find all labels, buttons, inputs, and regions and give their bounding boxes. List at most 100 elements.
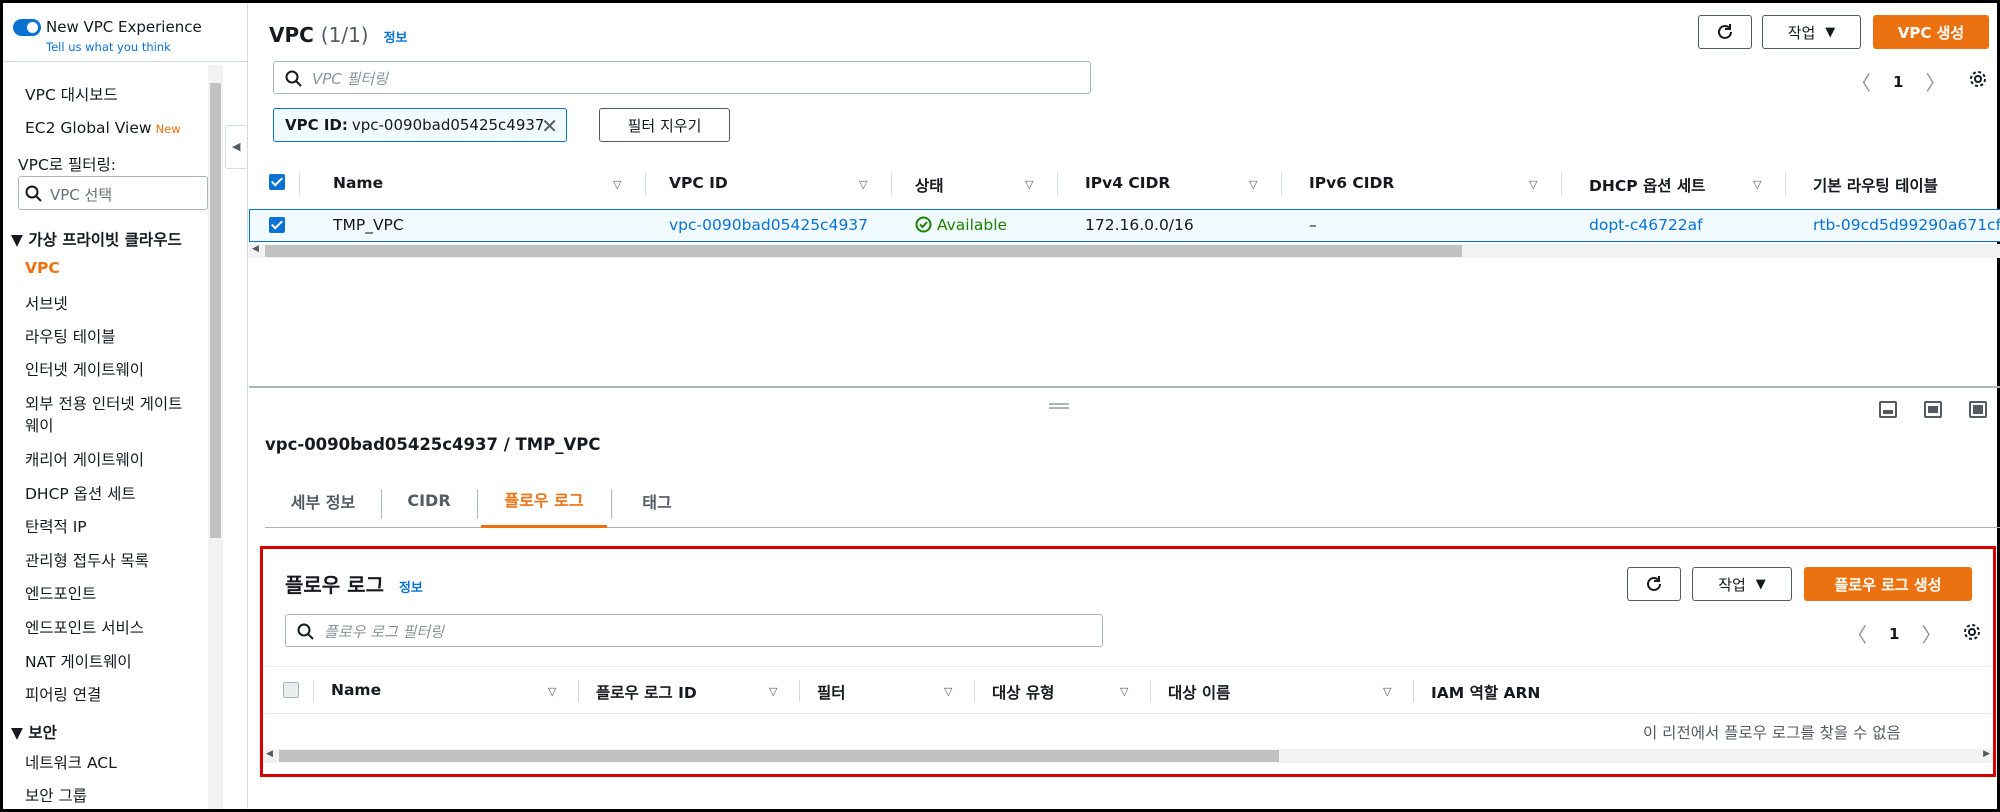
sort-icon[interactable]: ▽ <box>769 685 777 698</box>
select-all-checkbox[interactable] <box>269 174 285 190</box>
sidebar-item-internet-gateways[interactable]: 인터넷 게이트웨이 <box>25 358 144 380</box>
new-badge: New <box>155 122 181 136</box>
sort-icon[interactable]: ▽ <box>944 685 952 698</box>
column-header-flow-log-id[interactable]: 플로우 로그 ID <box>596 681 697 703</box>
vpc-table-hscrollbar-thumb[interactable] <box>265 245 1462 257</box>
sort-icon[interactable]: ▽ <box>1753 178 1761 191</box>
sort-icon[interactable]: ▽ <box>1249 178 1257 191</box>
tab-flow-logs[interactable]: 플로우 로그 <box>481 473 607 528</box>
flow-logs-hscrollbar-thumb[interactable] <box>279 750 1279 762</box>
column-header-name[interactable]: Name <box>331 681 381 699</box>
table-row[interactable]: TMP_VPC vpc-0090bad05425c4937 Available … <box>249 209 2000 242</box>
column-header-destination-type[interactable]: 대상 유형 <box>992 681 1054 703</box>
column-header-ipv6-cidr[interactable]: IPv6 CIDR <box>1309 174 1394 192</box>
sidebar-item-security-groups[interactable]: 보안 그룹 <box>25 784 87 806</box>
clear-filters-button[interactable]: 필터 지우기 <box>599 108 730 142</box>
flow-logs-refresh-button[interactable] <box>1627 567 1681 601</box>
search-icon <box>297 623 314 640</box>
vpc-search-input[interactable]: VPC 필터링 <box>273 61 1091 94</box>
scroll-left-icon[interactable]: ◀ <box>252 244 259 254</box>
refresh-button[interactable] <box>1698 15 1752 49</box>
column-header-main-route-table[interactable]: 기본 라우팅 테이블 <box>1813 174 1938 196</box>
sidebar-section-vpc[interactable]: ▼ 가상 프라이빗 클라우드 <box>11 228 182 250</box>
tab-cidr[interactable]: CIDR <box>389 473 469 528</box>
drag-handle-icon[interactable] <box>1049 403 1069 409</box>
tab-tags[interactable]: 태그 <box>619 473 695 528</box>
scroll-right-icon[interactable]: ▶ <box>1983 749 1990 759</box>
prev-page-icon[interactable]: 〈 <box>1847 619 1867 648</box>
column-header-destination-name[interactable]: 대상 이름 <box>1168 681 1230 703</box>
vpc-filter-label: VPC로 필터링: <box>18 156 116 174</box>
close-icon[interactable]: ✕ <box>541 114 558 138</box>
column-separator <box>1057 173 1058 195</box>
flow-logs-search-input[interactable]: 플로우 로그 필터링 <box>285 614 1103 647</box>
sidebar-item-nat-gateways[interactable]: NAT 게이트웨이 <box>25 650 132 672</box>
sidebar-item-vpc[interactable]: VPC <box>25 259 60 277</box>
sidebar-item-egress-only-igw[interactable]: 외부 전용 인터넷 게이트 <box>25 392 182 414</box>
create-vpc-button[interactable]: VPC 생성 <box>1873 15 1989 49</box>
sidebar-item-carrier-gateways[interactable]: 캐리어 게이트웨이 <box>25 448 144 470</box>
sidebar-item-dhcp-options[interactable]: DHCP 옵션 세트 <box>25 482 136 504</box>
settings-gear-icon[interactable] <box>1962 622 1982 642</box>
info-link[interactable]: 정보 <box>384 31 408 46</box>
collapse-sidebar-button[interactable]: ◀ <box>225 125 247 169</box>
vpc-select-input[interactable]: VPC 선택 <box>18 176 208 210</box>
vpc-table-header: Name ▽ VPC ID ▽ 상태 ▽ IPv4 CIDR ▽ IPv6 CI… <box>249 162 2000 206</box>
actions-dropdown[interactable]: 작업 ▼ <box>1762 15 1861 49</box>
feedback-link[interactable]: Tell us what you think <box>46 40 171 54</box>
column-header-ipv4-cidr[interactable]: IPv4 CIDR <box>1085 174 1170 192</box>
panel-bottom-icon[interactable] <box>1879 401 1897 418</box>
sidebar-item-vpc-dashboard[interactable]: VPC 대시보드 <box>25 83 118 105</box>
next-page-icon[interactable]: 〉 <box>1925 67 1945 96</box>
new-experience-title: New VPC Experience <box>46 18 202 36</box>
column-header-name[interactable]: Name <box>333 174 383 192</box>
prev-page-icon[interactable]: 〈 <box>1851 67 1871 96</box>
flow-logs-info-link[interactable]: 정보 <box>399 581 423 596</box>
sort-icon[interactable]: ▽ <box>1529 178 1537 191</box>
current-page[interactable]: 1 <box>1893 73 1903 91</box>
sort-icon[interactable]: ▽ <box>859 178 867 191</box>
row-route-table-link[interactable]: rtb-09cd5d99290a671cf . <box>1813 216 2000 234</box>
sidebar-scrollbar-thumb[interactable] <box>210 83 221 538</box>
panel-side-icon[interactable] <box>1924 401 1942 418</box>
column-header-dhcp[interactable]: DHCP 옵션 세트 <box>1589 174 1705 196</box>
row-checkbox[interactable] <box>269 217 285 233</box>
panel-full-icon[interactable] <box>1969 401 1987 418</box>
sidebar-item-subnets[interactable]: 서브넷 <box>25 292 68 314</box>
current-page[interactable]: 1 <box>1889 625 1899 643</box>
sidebar-item-elastic-ip[interactable]: 탄력적 IP <box>25 515 87 537</box>
sidebar-item-endpoints[interactable]: 엔드포인트 <box>25 582 96 604</box>
sidebar-section-security[interactable]: ▼ 보안 <box>11 721 57 743</box>
row-vpc-id-link[interactable]: vpc-0090bad05425c4937 <box>669 216 868 234</box>
row-ipv6-cidr: – <box>1309 216 1317 234</box>
sidebar-item-peering[interactable]: 피어링 연결 <box>25 683 101 705</box>
settings-gear-icon[interactable] <box>1968 69 1988 89</box>
sidebar-item-prefix-lists[interactable]: 관리형 접두사 목록 <box>25 549 149 571</box>
column-separator <box>578 680 579 702</box>
create-flow-log-button[interactable]: 플로우 로그 생성 <box>1804 567 1972 601</box>
sidebar-item-endpoint-services[interactable]: 엔드포인트 서비스 <box>25 616 144 638</box>
column-header-filter[interactable]: 필터 <box>817 681 846 703</box>
vpc-pagination: 〈 1 〉 <box>1851 67 1945 96</box>
sidebar-item-ec2-global-view[interactable]: EC2 Global View New <box>25 119 181 137</box>
scroll-left-icon[interactable]: ◀ <box>266 749 273 759</box>
sort-icon[interactable]: ▽ <box>613 178 621 191</box>
check-circle-icon <box>915 216 932 233</box>
next-page-icon[interactable]: 〉 <box>1921 619 1941 648</box>
flow-logs-actions-dropdown[interactable]: 작업 ▼ <box>1692 567 1792 601</box>
sidebar-item-network-acl[interactable]: 네트워크 ACL <box>25 751 117 773</box>
column-header-vpc-id[interactable]: VPC ID <box>669 174 728 192</box>
sidebar-item-egress-only-igw-cont[interactable]: 웨이 <box>25 414 54 436</box>
sort-icon[interactable]: ▽ <box>1025 178 1033 191</box>
column-header-iam-role-arn[interactable]: IAM 역할 ARN <box>1431 681 1540 703</box>
split-panel-divider[interactable] <box>249 386 2000 388</box>
column-separator <box>645 173 646 195</box>
sidebar-item-route-tables[interactable]: 라우팅 테이블 <box>25 325 116 347</box>
row-dhcp-link[interactable]: dopt-c46722af <box>1589 216 1703 234</box>
sort-icon[interactable]: ▽ <box>1383 685 1391 698</box>
new-experience-toggle[interactable] <box>13 19 41 36</box>
tab-details[interactable]: 세부 정보 <box>273 473 373 528</box>
column-header-status[interactable]: 상태 <box>915 174 944 196</box>
sort-icon[interactable]: ▽ <box>1120 685 1128 698</box>
sort-icon[interactable]: ▽ <box>548 685 556 698</box>
